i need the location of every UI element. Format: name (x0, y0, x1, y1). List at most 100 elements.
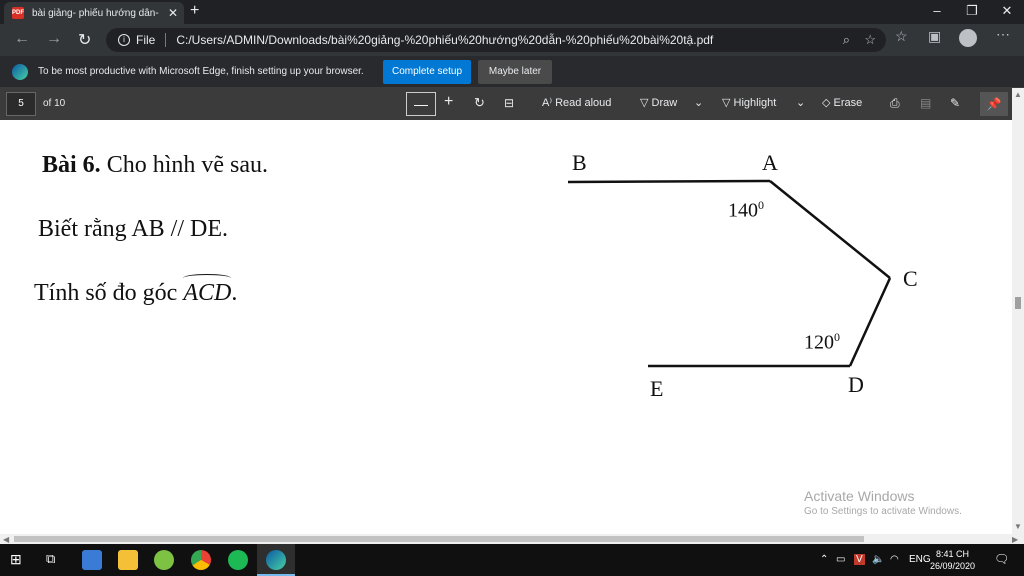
back-icon[interactable]: ← (14, 30, 30, 48)
url-divider (165, 33, 167, 47)
page-total: of 10 (43, 98, 66, 109)
erase-button[interactable]: ◇ Erase (822, 96, 862, 109)
url-field[interactable]: i File C:/Users/ADMIN/Downloads/bài%20gi… (106, 28, 886, 52)
activate-title: Activate Windows (804, 488, 915, 504)
file-explorer-icon[interactable] (118, 550, 138, 570)
close-tab-icon[interactable]: ✕ (168, 6, 178, 20)
fit-page-icon[interactable]: ⊟ (504, 96, 514, 110)
spotify-icon[interactable] (228, 550, 248, 570)
coccoc-browser-icon[interactable] (154, 550, 174, 570)
activate-windows-watermark: Activate Windows Go to Settings to activ… (804, 488, 962, 517)
scroll-left-icon[interactable]: ◀ (3, 535, 9, 544)
zoom-icon[interactable]: ⌕ (843, 32, 850, 48)
language-indicator[interactable]: ENG (909, 554, 931, 565)
new-tab-icon[interactable]: + (190, 2, 199, 20)
task-view-icon[interactable]: ⧉ (46, 551, 55, 567)
point-label-b: B (572, 150, 587, 175)
edge-logo-icon (12, 64, 28, 80)
pin-toolbar-icon[interactable]: 📌 (980, 92, 1008, 116)
favorite-star-icon[interactable]: ☆ (864, 32, 876, 48)
angle-d-degree: 0 (834, 330, 840, 344)
draw-label: Draw (651, 97, 678, 109)
vertical-scrollbar[interactable]: ▲ ▼ (1012, 88, 1024, 534)
url-scheme-label: File (136, 33, 156, 47)
angle-a-number: 140 (728, 199, 758, 222)
antivirus-icon[interactable]: V (854, 554, 865, 565)
erase-label: Erase (833, 97, 863, 109)
notifications-icon[interactable]: 🗨 (994, 552, 1009, 566)
chrome-icon[interactable] (191, 550, 211, 570)
draw-dropdown-icon[interactable]: ⌄ (694, 96, 703, 109)
save-as-icon[interactable]: ✎ (950, 96, 960, 110)
pdf-page: Bài 6. Cho hình vẽ sau. Biết rằng AB // … (0, 120, 1012, 534)
volume-icon[interactable]: 🔈 (872, 554, 884, 565)
restore-icon[interactable]: ❐ (957, 3, 987, 19)
highlight-button[interactable]: ▽ Highlight (722, 96, 776, 109)
zoom-in-icon[interactable]: + (444, 93, 453, 111)
tab-title: bài giảng- phiếu hướng dẫn- ph (32, 7, 162, 19)
draw-icon: ▽ (640, 97, 649, 109)
read-aloud-button[interactable]: A⁾ Read aloud (542, 96, 611, 109)
zoom-out-button[interactable]: — (406, 92, 436, 116)
collections-icon[interactable]: ▣ (928, 28, 941, 45)
windows-start-icon[interactable]: ⊞ (10, 551, 22, 568)
windows-taskbar: ⊞ ⧉ ⌃ ▭ V 🔈 ◠ ENG 8:41 CH 26/09/2020 🗨 (0, 544, 1024, 576)
battery-icon[interactable]: ▭ (836, 554, 845, 565)
segment-ac (769, 180, 891, 279)
point-label-d: D (848, 372, 864, 397)
read-aloud-label: Read aloud (555, 97, 612, 109)
infobar-message: To be most productive with Microsoft Edg… (38, 66, 364, 77)
system-clock[interactable]: 8:41 CH 26/09/2020 (930, 548, 975, 572)
pdf-icon: PDF (12, 7, 24, 19)
wifi-icon[interactable]: ◠ (890, 554, 899, 565)
tab-strip: PDF bài giảng- phiếu hướng dẫn- ph ✕ + –… (0, 0, 1024, 24)
edge-taskbar-button[interactable] (257, 544, 295, 576)
close-window-icon[interactable]: ✕ (992, 3, 1022, 19)
edge-icon (266, 550, 286, 570)
horizontal-scrollbar[interactable]: ◀ ▶ (0, 534, 1024, 544)
rotate-icon[interactable]: ↻ (474, 95, 485, 111)
activate-subtitle: Go to Settings to activate Windows. (804, 506, 962, 517)
clock-date: 26/09/2020 (930, 561, 976, 571)
more-menu-icon[interactable]: ⋯ (996, 26, 1010, 43)
refresh-icon[interactable]: ↻ (78, 30, 91, 50)
address-bar-row: ← → ↻ i File C:/Users/ADMIN/Downloads/bà… (0, 24, 1024, 56)
geometry-figure (567, 179, 892, 368)
page-number-input[interactable]: 5 (6, 92, 36, 116)
scroll-down-icon[interactable]: ▼ (1014, 522, 1022, 531)
pdf-toolbar: 5 of 10 — + ↻ ⊟ A⁾ Read aloud ▽ Draw ⌄ ▽… (0, 88, 1014, 120)
vertical-scroll-thumb[interactable] (1015, 297, 1021, 309)
eraser-icon: ◇ (822, 97, 831, 109)
store-icon[interactable] (82, 550, 102, 570)
horizontal-scroll-thumb[interactable] (14, 536, 864, 542)
complete-setup-button[interactable]: Complete setup (383, 60, 471, 84)
profile-avatar[interactable] (959, 29, 977, 47)
highlight-label: Highlight (733, 97, 777, 109)
clock-time: 8:41 CH (936, 549, 970, 559)
forward-icon[interactable]: → (46, 30, 62, 48)
angle-a-degree: 0 (758, 198, 764, 212)
read-aloud-icon: A⁾ (542, 97, 553, 109)
highlight-dropdown-icon[interactable]: ⌄ (796, 96, 805, 109)
favorites-icon[interactable]: ☆ (895, 28, 908, 45)
highlight-icon: ▽ (722, 97, 731, 109)
scroll-right-icon[interactable]: ▶ (1012, 535, 1018, 544)
browser-tab[interactable]: PDF bài giảng- phiếu hướng dẫn- ph ✕ (4, 2, 184, 24)
angle-a-value: 1400 (728, 198, 764, 223)
angle-d-number: 120 (804, 331, 834, 354)
maybe-later-button[interactable]: Maybe later (478, 60, 552, 84)
segment-ba (567, 179, 771, 184)
scroll-up-icon[interactable]: ▲ (1014, 90, 1022, 99)
segment-cd (848, 277, 892, 367)
point-label-e: E (650, 376, 664, 401)
minimize-icon[interactable]: – (922, 3, 952, 18)
draw-button[interactable]: ▽ Draw (640, 96, 677, 109)
point-label-c: C (903, 266, 918, 291)
angle-d-value: 1200 (804, 330, 840, 355)
show-hidden-icons-icon[interactable]: ⌃ (820, 554, 828, 565)
print-icon[interactable]: ⎙ (890, 96, 900, 111)
url-text: C:/Users/ADMIN/Downloads/bài%20giảng-%20… (176, 33, 714, 47)
save-icon[interactable]: ▤ (920, 96, 931, 110)
point-label-a: A (762, 150, 778, 175)
info-icon[interactable]: i (118, 34, 130, 46)
